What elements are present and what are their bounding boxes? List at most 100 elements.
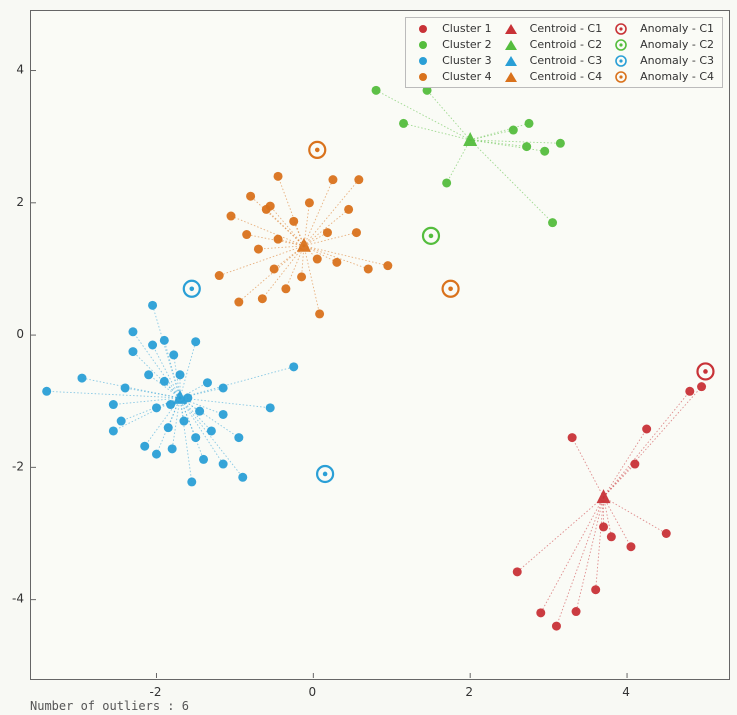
cluster-point [522,142,531,151]
y-tick-label: 2 [16,195,24,209]
cluster-point [630,460,639,469]
anomaly-dot [315,148,320,153]
cluster-point [168,444,177,453]
cluster-point [568,433,577,442]
scatter-svg [31,11,729,679]
cluster-point [77,374,86,383]
cluster-point [117,417,126,426]
x-tick-label: -2 [149,685,161,699]
legend-swatch-anomaly [612,71,630,83]
anomaly-dot [448,286,453,291]
cluster-point [685,387,694,396]
cluster-point [195,407,204,416]
cluster-point [289,362,298,371]
cluster-point [323,228,332,237]
cluster-point [599,522,608,531]
x-tick-label: 0 [309,685,317,699]
cluster-point [246,192,255,201]
chart-container: Cluster 1Centroid - C1Anomaly - C1Cluste… [0,0,737,715]
legend-label: Cluster 2 [442,38,492,51]
cluster-point [203,378,212,387]
cluster-point [315,309,324,318]
cluster-point [297,272,306,281]
cluster-point [266,403,275,412]
cluster-point [144,370,153,379]
legend-label: Centroid - C2 [530,38,602,51]
legend-swatch-dot [414,39,432,51]
x-tick-label: 2 [465,685,473,699]
legend-label: Cluster 1 [442,22,492,35]
legend-swatch-triangle [502,23,520,35]
cluster-point [509,126,518,135]
cluster-point [442,178,451,187]
legend-label: Anomaly - C2 [640,38,714,51]
anomaly-dot [323,472,328,477]
y-tick-label: -4 [12,592,24,606]
cluster-point [540,147,549,156]
legend-label: Centroid - C1 [530,22,602,35]
cluster-point [354,175,363,184]
cluster-point [128,347,137,356]
anomaly-dot [703,369,708,374]
cluster-point [383,261,392,270]
cluster-point [160,377,169,386]
legend-label: Anomaly - C3 [640,54,714,67]
cluster-point [332,258,341,267]
cluster-point [258,294,267,303]
y-tick-label: 0 [16,327,24,341]
legend: Cluster 1Centroid - C1Anomaly - C1Cluste… [405,17,723,88]
legend-label: Cluster 4 [442,70,492,83]
cluster-point [191,337,200,346]
cluster-point [266,202,275,211]
cluster-point [215,271,224,280]
cluster-point [148,301,157,310]
legend-label: Centroid - C4 [530,70,602,83]
legend-swatch-dot [414,71,432,83]
cluster-point [140,442,149,451]
cluster-point [219,410,228,419]
cluster-point [289,217,298,226]
cluster-point [109,426,118,435]
cluster-point [238,473,247,482]
cluster-point [219,460,228,469]
legend-label: Cluster 3 [442,54,492,67]
cluster-point [607,532,616,541]
cluster-point [191,433,200,442]
cluster-point [525,119,534,128]
y-tick-label: -2 [12,459,24,473]
cluster-point [128,327,137,336]
cluster-point [179,417,188,426]
legend-swatch-anomaly [612,23,630,35]
cluster-point [219,383,228,392]
cluster-point [399,119,408,128]
y-tick-label: 4 [16,63,24,77]
cluster-point [556,139,565,148]
cluster-point [242,230,251,239]
cluster-point [274,172,283,181]
anomaly-dot [429,234,434,239]
legend-swatch-dot [414,55,432,67]
cluster-point [697,382,706,391]
legend-swatch-triangle [502,39,520,51]
cluster-point [109,400,118,409]
cluster-point [166,400,175,409]
legend-swatch-triangle [502,55,520,67]
y-axis: -4 -2 0 2 4 [2,10,30,678]
cluster-point [148,341,157,350]
cluster-point [662,529,671,538]
legend-swatch-anomaly [612,55,630,67]
legend-label: Centroid - C3 [530,54,602,67]
cluster-point [626,542,635,551]
cluster-point [536,608,545,617]
cluster-point [344,205,353,214]
cluster-point [254,245,263,254]
cluster-point [313,255,322,264]
cluster-point [160,336,169,345]
cluster-point [187,477,196,486]
x-tick-label: 4 [622,685,630,699]
cluster-point [552,622,561,631]
plot-area: Cluster 1Centroid - C1Anomaly - C1Cluste… [30,10,730,680]
cluster-point [281,284,290,293]
cluster-point [121,383,130,392]
cluster-point [270,264,279,273]
